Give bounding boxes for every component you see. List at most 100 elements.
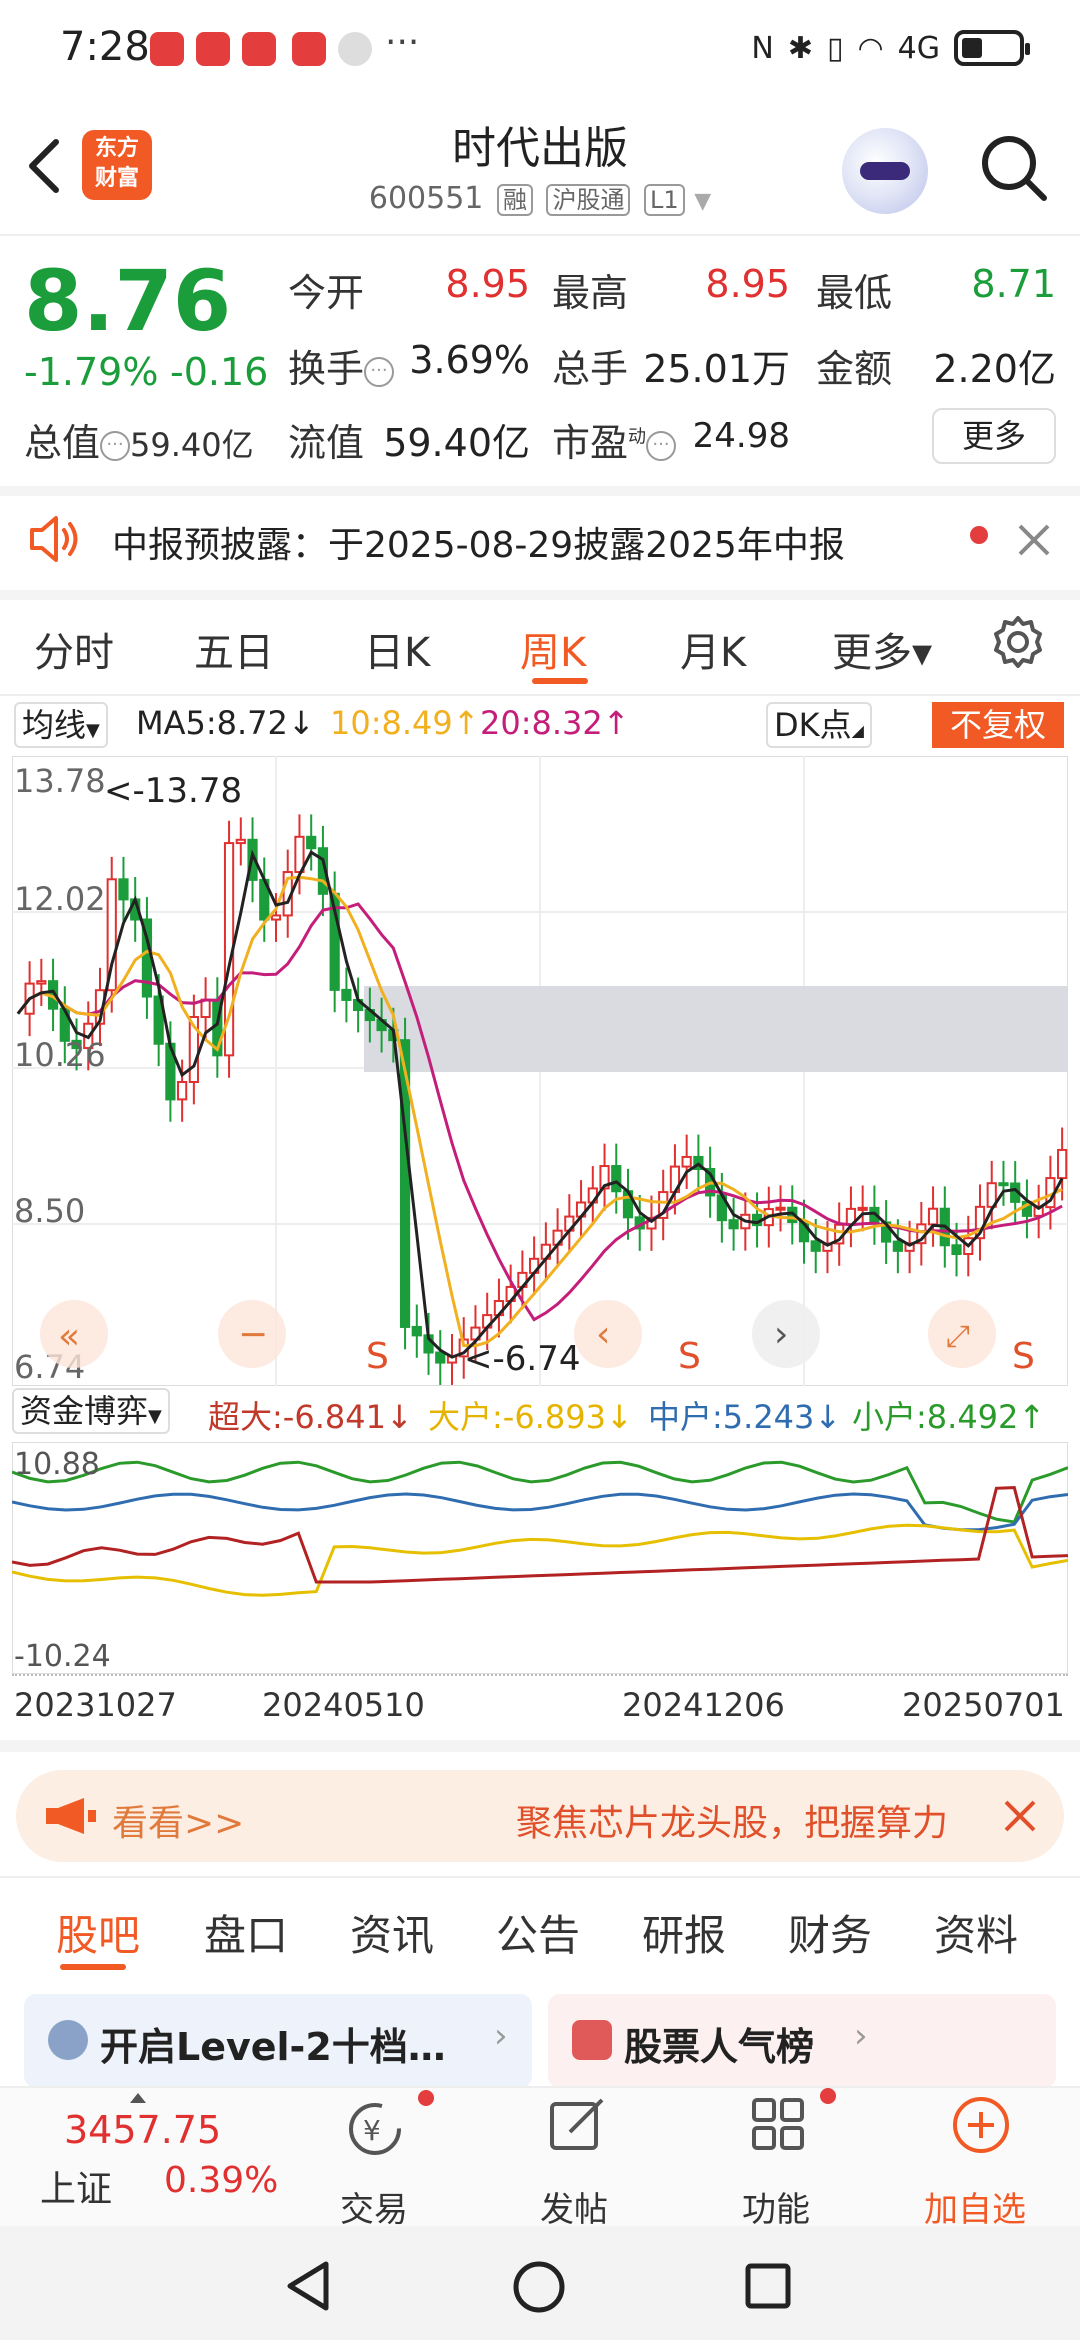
info-icon[interactable]: ··· bbox=[646, 430, 677, 461]
more-button[interactable]: 更多 bbox=[932, 408, 1056, 464]
turnover-label-text: 换手 bbox=[288, 347, 365, 391]
search-icon[interactable] bbox=[978, 132, 1050, 204]
nav-recents-icon[interactable] bbox=[744, 2262, 792, 2310]
add-watchlist-label[interactable]: 加自选 bbox=[924, 2182, 1026, 2231]
high-value: 8.95 bbox=[705, 262, 790, 306]
promo-text: 聚焦芯片龙头股，把握算力 bbox=[516, 1803, 949, 1844]
amount-label: 金额 bbox=[816, 347, 893, 391]
tab-weekly-k[interactable]: 周K bbox=[520, 620, 586, 678]
ma20-value: 20:8.32↑ bbox=[480, 704, 630, 742]
float-value: 59.40亿 bbox=[383, 421, 530, 465]
turnover-value: 3.69% bbox=[409, 338, 530, 382]
tab-monthly-k[interactable]: 月K bbox=[680, 620, 746, 678]
info-icon[interactable]: ··· bbox=[100, 430, 131, 461]
fund-small: 小户:8.492↑ bbox=[852, 1398, 1046, 1436]
current-price: 8.76 bbox=[24, 252, 232, 350]
dk-point-select[interactable]: DK点◢ bbox=[766, 702, 872, 748]
candle-body bbox=[435, 1351, 446, 1364]
tab-five-day[interactable]: 五日 bbox=[194, 620, 274, 678]
tab-announcements[interactable]: 公告 bbox=[496, 1902, 580, 1963]
y-tick-label: 8.50 bbox=[14, 1192, 85, 1230]
tab-intraday[interactable]: 分时 bbox=[34, 620, 114, 678]
index-value[interactable]: 3457.75 bbox=[64, 2108, 221, 2152]
info-icon[interactable]: ··· bbox=[364, 356, 395, 387]
dropdown-triangle-icon: ▼ bbox=[86, 720, 100, 741]
candle-body bbox=[177, 1080, 188, 1101]
fund-large: 大户:-6.893↓ bbox=[428, 1398, 633, 1436]
adjust-badge[interactable]: 不复权 bbox=[932, 702, 1064, 748]
app-notification-icon bbox=[196, 32, 230, 66]
dropdown-triangle-icon[interactable]: ▼ bbox=[694, 189, 711, 214]
tab-order-book[interactable]: 盘口 bbox=[204, 1902, 288, 1963]
tab-profile[interactable]: 资料 bbox=[934, 1902, 1018, 1963]
trade-icon[interactable]: ¥ bbox=[344, 2098, 406, 2160]
mktcap-label: 总值 ··· 59.40亿 bbox=[24, 412, 254, 467]
tab-financials[interactable]: 财务 bbox=[788, 1902, 872, 1963]
fund-select-label: 资金博弈 bbox=[20, 1392, 149, 1430]
tab-research[interactable]: 研报 bbox=[642, 1902, 726, 1963]
post-label[interactable]: 发帖 bbox=[540, 2182, 608, 2231]
compose-icon[interactable] bbox=[546, 2094, 608, 2156]
low-value: 8.71 bbox=[971, 262, 1056, 306]
up-arrow-icon bbox=[130, 2088, 146, 2103]
close-icon[interactable] bbox=[1002, 1798, 1038, 1834]
fund-flow-chart[interactable]: 10.88 -10.24 bbox=[12, 1442, 1068, 1674]
speaker-icon bbox=[30, 516, 78, 562]
tab-news[interactable]: 资讯 bbox=[350, 1902, 434, 1963]
dk-label: DK点 bbox=[774, 706, 852, 744]
close-icon[interactable] bbox=[1016, 522, 1052, 558]
index-name[interactable]: 上证 bbox=[40, 2160, 112, 2212]
more-notifications-icon: ··· bbox=[385, 22, 420, 63]
float-label: 流值 bbox=[288, 421, 365, 465]
candle-body bbox=[951, 1244, 962, 1255]
index-change[interactable]: 0.39% bbox=[164, 2160, 278, 2201]
popularity-card[interactable]: 股票人气榜 › bbox=[548, 1994, 1056, 2088]
tab-more[interactable]: 更多▾ bbox=[832, 620, 932, 678]
nav-back-icon[interactable] bbox=[284, 2260, 334, 2312]
divider bbox=[0, 590, 1080, 600]
time-axis bbox=[12, 1674, 1068, 1682]
x-date-label: 20240510 bbox=[262, 1686, 425, 1724]
ma-select[interactable]: 均线▼ bbox=[14, 702, 108, 748]
candlestick-chart[interactable]: 13.78 12.02 10.26 8.50 6.74 <-13.78 <-6.… bbox=[12, 756, 1068, 1386]
volume-value: 25.01万 bbox=[643, 347, 790, 391]
candle-body bbox=[728, 1219, 739, 1230]
add-circle-icon[interactable] bbox=[950, 2094, 1012, 2156]
nfc-icon: N bbox=[751, 30, 774, 66]
tab-forum[interactable]: 股吧 bbox=[56, 1902, 140, 1963]
y-tick-label: 13.78 bbox=[14, 762, 106, 800]
right-chevron-icon: › bbox=[774, 1314, 788, 1355]
grid-function-icon[interactable] bbox=[748, 2094, 808, 2154]
tag-level[interactable]: L1 bbox=[644, 184, 685, 216]
fund-select[interactable]: 资金博弈▼ bbox=[12, 1388, 170, 1434]
notice-bar[interactable]: 中报预披露：于2025-08-29披露2025年中报 bbox=[0, 490, 1080, 590]
candle-body bbox=[118, 878, 129, 901]
high-annotation: <-13.78 bbox=[104, 771, 242, 811]
settings-gear-icon[interactable] bbox=[990, 614, 1046, 670]
promo-banner[interactable]: 看看>> 聚焦芯片龙头股，把握算力 bbox=[16, 1770, 1064, 1862]
expand-icon: ⤢ bbox=[946, 1319, 970, 1354]
trade-label[interactable]: 交易 bbox=[340, 2182, 408, 2231]
candle-body bbox=[775, 1206, 786, 1211]
open-label: 今开 bbox=[288, 271, 365, 315]
app-notification-icon bbox=[242, 32, 276, 66]
open-value: 8.95 bbox=[445, 262, 530, 306]
nav-home-icon[interactable] bbox=[512, 2260, 566, 2314]
function-label[interactable]: 功能 bbox=[742, 2182, 810, 2231]
minus-icon: − bbox=[238, 1314, 268, 1355]
level2-icon bbox=[48, 2020, 88, 2060]
corner-triangle-icon: ◢ bbox=[851, 721, 864, 740]
double-left-icon: « bbox=[58, 1316, 80, 1357]
fund-ymin: -10.24 bbox=[14, 1639, 111, 1674]
level2-card[interactable]: 开启Level-2十档… › bbox=[24, 1994, 532, 2088]
level2-text: 开启Level-2十档… bbox=[100, 2025, 446, 2069]
assistant-robot-icon[interactable] bbox=[842, 128, 928, 214]
candle-body bbox=[36, 980, 47, 985]
active-tab-indicator bbox=[532, 678, 588, 684]
promo-link[interactable]: 看看>> bbox=[112, 1794, 244, 1846]
divider bbox=[0, 234, 1080, 236]
candle-body bbox=[681, 1155, 692, 1168]
tab-daily-k[interactable]: 日K bbox=[364, 620, 430, 678]
candle-body bbox=[892, 1240, 903, 1252]
active-tab-indicator bbox=[60, 1964, 126, 1970]
